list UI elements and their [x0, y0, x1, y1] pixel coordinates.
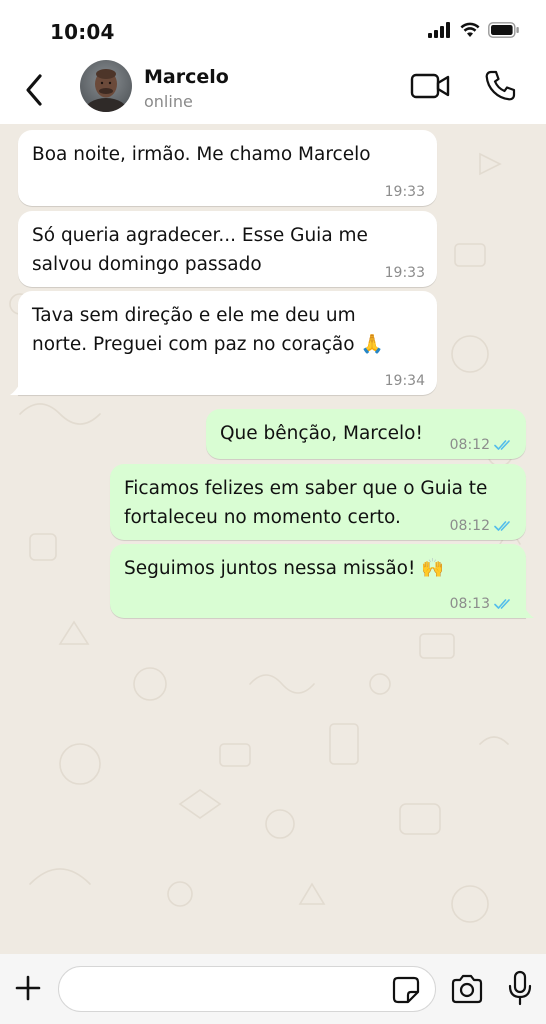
- message-text: Seguimos juntos nessa missão! 🙌: [124, 558, 445, 579]
- double-check-icon: [494, 599, 510, 609]
- wifi-icon: [460, 22, 480, 37]
- message-time: 08:12: [449, 437, 490, 453]
- message-text: Boa noite, irmão. Me chamo Marcelo: [32, 144, 371, 165]
- video-camera-icon: [410, 73, 450, 99]
- message-bubble-outgoing[interactable]: Que bênção, Marcelo! 08:12: [206, 409, 526, 459]
- plus-icon: [15, 975, 41, 1001]
- status-bar: 10:04: [0, 0, 546, 60]
- camera-button[interactable]: [450, 974, 484, 1004]
- chat-area[interactable]: Boa noite, irmão. Me chamo Marcelo 19:33…: [0, 124, 546, 954]
- avatar[interactable]: [80, 60, 132, 112]
- microphone-button[interactable]: [506, 970, 534, 1006]
- contact-photo: [80, 60, 132, 112]
- video-call-button[interactable]: [410, 70, 452, 102]
- message-bubble-outgoing[interactable]: Ficamos felizes em saber que o Guia te f…: [110, 464, 526, 540]
- contact-status: online: [144, 92, 193, 111]
- double-check-icon: [494, 440, 510, 450]
- back-button[interactable]: [18, 68, 50, 112]
- message-time: 19:34: [384, 373, 425, 389]
- composer-bar: [0, 954, 546, 1024]
- chat-header: Marcelo online: [0, 60, 546, 124]
- message-time: 19:33: [384, 265, 425, 281]
- bubble-tail: [524, 606, 534, 618]
- status-icons: [428, 22, 520, 38]
- message-text: Só queria agradecer... Esse Guia me salv…: [32, 225, 368, 275]
- status-time: 10:04: [50, 20, 115, 44]
- message-time: 19:33: [384, 184, 425, 200]
- camera-icon: [451, 974, 483, 1004]
- message-bubble-outgoing[interactable]: Seguimos juntos nessa missão! 🙌 08:13: [110, 544, 534, 618]
- sticker-button[interactable]: [392, 976, 420, 1004]
- message-time: 08:12: [449, 518, 490, 534]
- sticker-icon: [392, 976, 420, 1004]
- chevron-left-icon: [26, 74, 42, 106]
- signal-icon: [428, 22, 450, 38]
- phone-icon: [485, 70, 516, 101]
- double-check-icon: [494, 521, 510, 531]
- message-bubble-incoming[interactable]: Só queria agradecer... Esse Guia me salv…: [18, 211, 437, 287]
- contact-name[interactable]: Marcelo: [144, 66, 229, 88]
- message-bubble-incoming[interactable]: Boa noite, irmão. Me chamo Marcelo 19:33: [18, 130, 437, 206]
- message-bubble-incoming[interactable]: Tava sem direção e ele me deu um norte. …: [10, 291, 437, 395]
- bubble-tail: [10, 383, 20, 395]
- battery-icon: [488, 22, 519, 38]
- message-text: Tava sem direção e ele me deu um norte. …: [32, 305, 384, 355]
- microphone-icon: [508, 970, 532, 1006]
- voice-call-button[interactable]: [482, 68, 518, 104]
- attach-button[interactable]: [12, 972, 44, 1004]
- message-input[interactable]: [58, 966, 436, 1012]
- message-time: 08:13: [449, 596, 490, 612]
